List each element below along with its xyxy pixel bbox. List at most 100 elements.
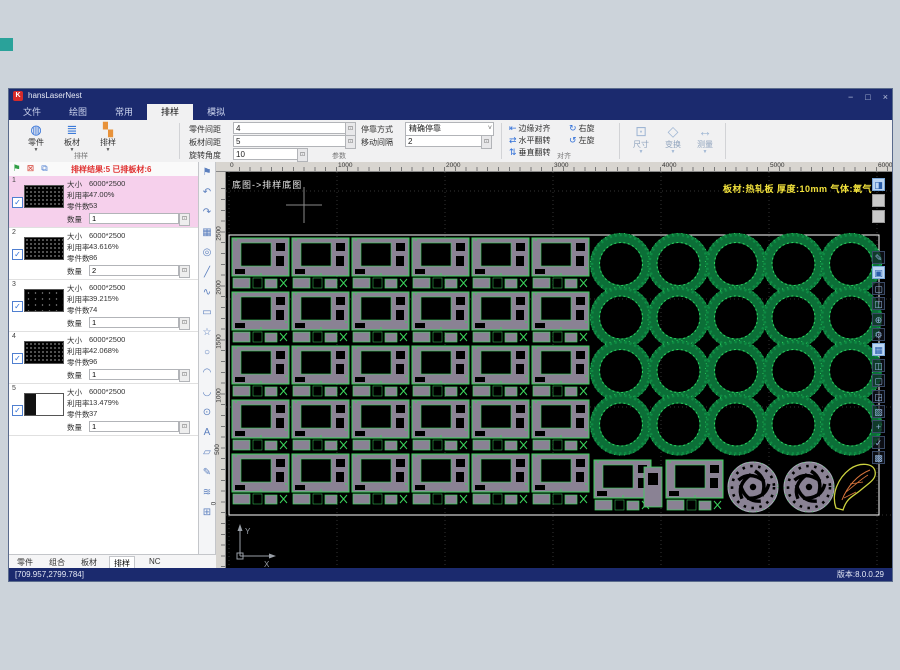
frame-icon[interactable]: ▢ <box>872 374 885 387</box>
measure-button[interactable]: ↔ 测量 ▼ <box>691 123 719 155</box>
svg-text:X: X <box>264 560 270 568</box>
menu-bar: 文件 绘图 常用 排样 模拟 <box>9 104 892 120</box>
nest-result-item[interactable]: 3✓大小6000*2500利用率39.215%零件数74数量⊡ <box>9 280 198 332</box>
circle-icon[interactable]: ○ <box>200 346 214 360</box>
panel-icon[interactable]: ◫ <box>872 359 885 372</box>
rotate-angle-spinner[interactable]: ⊡ <box>297 148 308 162</box>
nest-result-item[interactable]: 4✓大小6000*2500利用率42.068%零件数96数量⊡ <box>9 332 198 384</box>
menu-tab-nest[interactable]: 排样 <box>147 104 193 120</box>
part-gap-input[interactable] <box>233 122 347 134</box>
hatch-icon[interactable]: ▧ <box>872 405 885 418</box>
ruler-tick-label: 2000 <box>446 162 460 169</box>
arc-down-icon[interactable]: ◡ <box>200 386 214 400</box>
curve-icon[interactable]: ∿ <box>200 286 214 300</box>
quantity-spinner[interactable]: ⊡ <box>179 369 190 382</box>
line-icon[interactable]: ╱ <box>200 266 214 280</box>
menu-tab-common[interactable]: 常用 <box>101 104 147 120</box>
edge-align-button[interactable]: ⇤边缘对齐 <box>509 123 551 134</box>
quantity-input[interactable] <box>89 265 179 276</box>
zoom-icon[interactable]: ◎ <box>200 246 214 260</box>
result-summary: 排样结果:5 已排板材:6 <box>71 164 151 175</box>
quantity-spinner[interactable]: ⊡ <box>179 421 190 434</box>
nest-result-item[interactable]: 2✓大小6000*2500利用率43.616%零件数86数量⊡ <box>9 228 198 280</box>
image-icon[interactable]: ▦ <box>200 226 214 240</box>
move-step-input[interactable] <box>405 135 483 147</box>
quantity-input[interactable] <box>89 317 179 328</box>
nest-result-item[interactable]: 1✓大小6000*2500利用率47.00%零件数53数量⊡ <box>9 176 198 228</box>
rotate-left-button[interactable]: ↺左旋 <box>569 135 595 146</box>
select-flag-icon[interactable]: ⚑ <box>200 166 214 180</box>
nest-result-item[interactable]: 5✓大小6000*2500利用率13.479%零件数37数量⊡ <box>9 384 198 436</box>
item-checkbox[interactable]: ✓ <box>12 405 23 416</box>
item-index: 4 <box>12 333 16 340</box>
monitor-icon[interactable]: ▦ <box>872 343 885 356</box>
plate-button[interactable]: ≣ 板材 ▼ <box>57 122 87 153</box>
grid-icon[interactable]: ⊞ <box>200 506 214 520</box>
dock-mode-select[interactable]: 精确停靠 ˅ <box>405 122 494 136</box>
scroll-up-button[interactable] <box>872 194 885 207</box>
item-checkbox[interactable]: ✓ <box>12 197 23 208</box>
scroll-track[interactable] <box>872 210 885 223</box>
vertical-flip-icon: ⇅ <box>509 147 517 157</box>
plate-gap-input[interactable] <box>233 135 347 147</box>
export-icon[interactable]: ⧉ <box>39 163 50 174</box>
quantity-input[interactable] <box>89 421 179 432</box>
quantity-input[interactable] <box>89 213 179 224</box>
plate-gap-spinner[interactable]: ⊡ <box>345 135 356 149</box>
wave-icon[interactable]: ≋ <box>200 486 214 500</box>
part-gap-spinner[interactable]: ⊡ <box>345 122 356 136</box>
redo-icon[interactable]: ↷ <box>200 206 214 220</box>
menu-tab-simulate[interactable]: 模拟 <box>193 104 239 120</box>
move-icon[interactable]: + <box>872 420 885 433</box>
mesh-icon[interactable]: ▩ <box>872 451 885 464</box>
part-count-value: 53 <box>89 201 97 210</box>
eraser-icon[interactable]: ▱ <box>200 446 214 460</box>
canvas-viewport[interactable]: Y X 底图->排样底图 板材:热轧板 厚度:10mm 气体:氧气 ◨✎▣▢◫⊕… <box>226 172 893 568</box>
item-checkbox[interactable]: ✓ <box>12 249 23 260</box>
transform-button[interactable]: ◇ 变换 ▼ <box>659 123 687 155</box>
rectangle-icon[interactable]: ▭ <box>200 306 214 320</box>
add-icon[interactable]: ⊕ <box>872 313 885 326</box>
corner-icon[interactable]: ◲ <box>872 390 885 403</box>
item-checkbox[interactable]: ✓ <box>12 353 23 364</box>
quantity-spinner[interactable]: ⊡ <box>179 317 190 330</box>
close-button[interactable]: × <box>883 92 888 102</box>
quantity-spinner[interactable]: ⊡ <box>179 213 190 226</box>
quantity-input[interactable] <box>89 369 179 380</box>
window-icon[interactable]: ▢ <box>872 282 885 295</box>
quantity-spinner[interactable]: ⊡ <box>179 265 190 278</box>
minimize-button[interactable]: − <box>848 92 853 102</box>
rotate-right-button[interactable]: ↻右旋 <box>569 123 595 134</box>
maximize-button[interactable]: □ <box>865 92 870 102</box>
panel-toggle-icon[interactable]: ◨ <box>872 178 885 191</box>
star-icon[interactable]: ☆ <box>200 326 214 340</box>
chevron-down-icon: ▼ <box>21 148 51 153</box>
item-checkbox[interactable]: ✓ <box>12 301 23 312</box>
check-icon[interactable]: ✓ <box>872 436 885 449</box>
edit-icon[interactable]: ✎ <box>200 466 214 480</box>
settings-icon[interactable]: ⚙ <box>872 328 885 341</box>
tab-nc[interactable]: NC <box>145 556 165 567</box>
nest-button[interactable]: ▚ 排样 ▼ <box>93 122 123 153</box>
text-icon[interactable]: A <box>200 426 214 440</box>
menu-tab-draw[interactable]: 绘图 <box>55 104 101 120</box>
cad-canvas[interactable]: 0100020003000400050006000 25002000150010… <box>216 162 893 568</box>
size-label: 大小 <box>67 231 82 242</box>
parts-button[interactable]: ◍ 零件 ▼ <box>21 122 51 153</box>
quantity-label: 数量 <box>67 318 82 329</box>
layers-icon[interactable]: ◫ <box>872 297 885 310</box>
rotate-angle-input[interactable] <box>233 148 299 160</box>
horizontal-flip-button[interactable]: ⇄水平翻转 <box>509 135 551 146</box>
nest-icon: ▚ <box>93 122 123 137</box>
menu-tab-file[interactable]: 文件 <box>9 104 55 120</box>
apply-flag-icon[interactable]: ⚑ <box>11 163 22 174</box>
edit-icon[interactable]: ✎ <box>872 251 885 264</box>
size-button[interactable]: ⊡ 尺寸 ▼ <box>627 123 655 155</box>
undo-icon[interactable]: ↶ <box>200 186 214 200</box>
ellipse-icon[interactable]: ⊙ <box>200 406 214 420</box>
move-step-spinner[interactable]: ⊡ <box>481 135 492 149</box>
arc-up-icon[interactable]: ◠ <box>200 366 214 380</box>
delete-icon[interactable]: ⊠ <box>25 163 36 174</box>
results-header: ⚑ ⊠ ⧉ 排样结果:5 已排板材:6 <box>9 162 198 177</box>
display-icon[interactable]: ▣ <box>872 266 885 279</box>
